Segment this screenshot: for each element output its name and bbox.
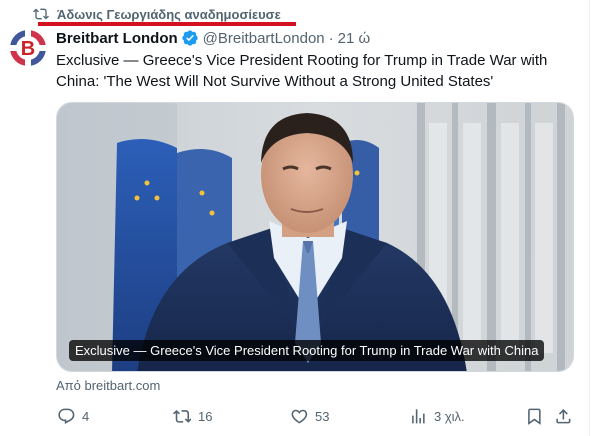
- verified-badge-icon[interactable]: [181, 29, 199, 47]
- views-button[interactable]: 3 χιλ.: [408, 404, 465, 428]
- column-border: [589, 0, 590, 436]
- highlight-underline: [38, 22, 296, 26]
- avatar-letter: B: [21, 38, 35, 60]
- tweet-header: Breitbart London @BreitbartLondon · 21 ώ: [56, 28, 370, 48]
- views-chart-icon: [408, 406, 428, 426]
- like-button[interactable]: 53: [289, 404, 329, 428]
- tweet-time[interactable]: 21 ώ: [338, 30, 371, 47]
- reply-icon: [56, 406, 76, 426]
- tweet-text: Exclusive — Greece's Vice President Root…: [56, 52, 548, 90]
- bookmark-icon: [524, 406, 544, 426]
- tweet-actions: 4 16 53 3 χιλ.: [56, 404, 576, 428]
- share-icon: [553, 406, 573, 426]
- reply-count: 4: [82, 408, 90, 424]
- author-name[interactable]: Breitbart London: [56, 30, 178, 47]
- bookmark-button[interactable]: [524, 404, 550, 428]
- share-button[interactable]: [553, 404, 579, 428]
- card-photo: [57, 103, 573, 371]
- like-count: 53: [315, 408, 330, 424]
- repost-icon: [33, 6, 49, 22]
- card-caption: Exclusive — Greece's Vice President Root…: [69, 340, 545, 361]
- reply-button[interactable]: 4: [56, 404, 89, 428]
- heart-icon: [289, 406, 309, 426]
- avatar[interactable]: B: [8, 28, 48, 68]
- card-source[interactable]: Από breitbart.com: [56, 378, 160, 393]
- repost-button[interactable]: 16: [172, 404, 212, 428]
- views-count: 3 χιλ.: [434, 408, 465, 424]
- separator-dot: ·: [328, 29, 334, 47]
- repost-label: Άδωνις Γεωργιάδης αναδημοσίευσε: [57, 6, 281, 22]
- repost-count: 16: [198, 408, 213, 424]
- repost-context[interactable]: Άδωνις Γεωργιάδης αναδημοσίευσε: [33, 4, 281, 24]
- link-card[interactable]: Exclusive — Greece's Vice President Root…: [56, 102, 574, 372]
- repost-icon: [172, 406, 192, 426]
- author-handle[interactable]: @BreitbartLondon: [203, 30, 325, 47]
